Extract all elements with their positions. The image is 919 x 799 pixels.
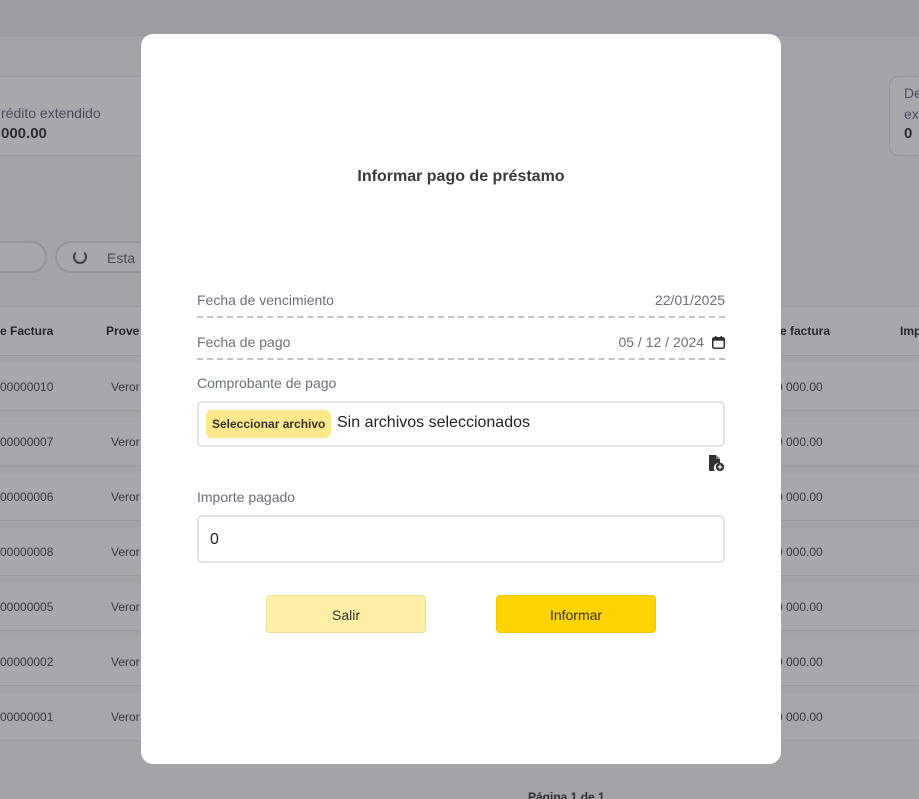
payment-date-input[interactable]: 05 / 12 / 2024 [618, 334, 725, 350]
receipt-file-input[interactable]: Seleccionar archivo Sin archivos selecci… [197, 401, 725, 447]
due-date-row: Fecha de vencimiento 22/01/2025 [197, 284, 725, 318]
due-date-value: 22/01/2025 [654, 292, 725, 308]
amount-value: 0 [210, 531, 219, 548]
amount-label: Importe pagado [197, 489, 296, 505]
payment-date-label: Fecha de pago [197, 334, 291, 350]
loan-payment-modal: Informar pago de préstamo Fecha de venci… [141, 34, 781, 764]
cancel-button[interactable]: Salir [266, 595, 426, 633]
payment-date-value: 05 / 12 / 2024 [618, 334, 705, 350]
calendar-icon[interactable] [712, 336, 725, 349]
modal-title: Informar pago de préstamo [357, 168, 565, 185]
due-date-label: Fecha de vencimiento [197, 292, 334, 308]
amount-input[interactable]: 0 [197, 515, 725, 563]
select-file-button[interactable]: Seleccionar archivo [206, 410, 332, 438]
payment-date-row: Fecha de pago 05 / 12 / 2024 [197, 326, 725, 360]
file-status-text: Sin archivos seleccionados [337, 414, 530, 431]
submit-button[interactable]: Informar [496, 595, 656, 633]
file-add-icon[interactable] [707, 454, 725, 472]
receipt-label: Comprobante de pago [197, 375, 337, 391]
